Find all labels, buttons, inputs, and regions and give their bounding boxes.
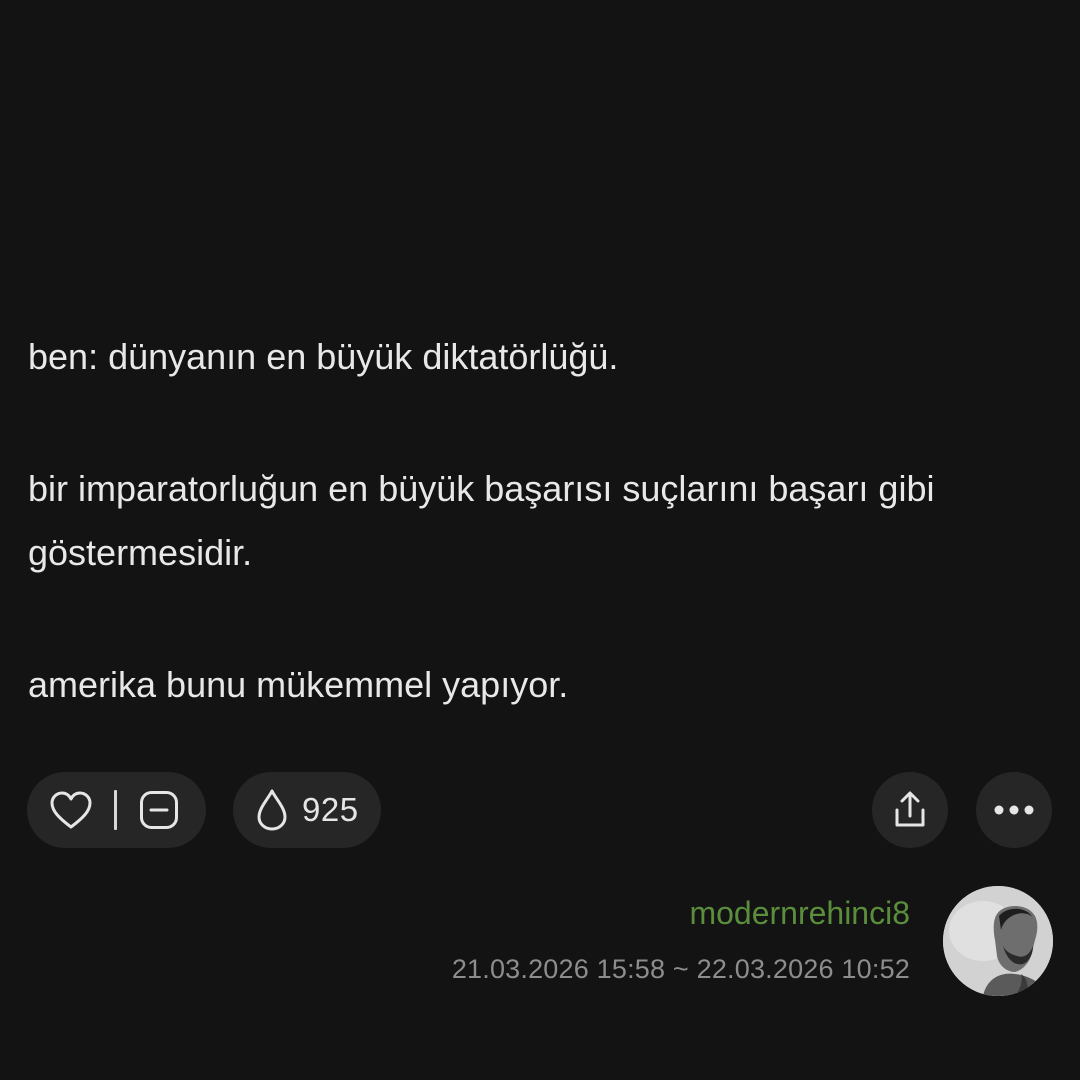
- vote-divider: [114, 790, 117, 830]
- entry-paragraph: amerika bunu mükemmel yapıyor.: [28, 664, 569, 705]
- heart-icon[interactable]: [49, 790, 93, 830]
- entry-paragraph: bir imparatorluğun en büyük başarısı suç…: [28, 468, 935, 573]
- author-name-link[interactable]: modernrehinci8: [689, 895, 910, 932]
- share-button[interactable]: [872, 772, 948, 848]
- avatar[interactable]: [943, 886, 1053, 996]
- favorite-button[interactable]: 925: [233, 772, 381, 848]
- more-options-button[interactable]: [976, 772, 1052, 848]
- entry-timestamp[interactable]: 21.03.2026 15:58 ~ 22.03.2026 10:52: [452, 954, 910, 985]
- more-dots-icon: [993, 804, 1035, 816]
- drop-icon: [256, 788, 288, 832]
- vote-controls: [27, 772, 206, 848]
- favorite-count: 925: [302, 791, 359, 828]
- share-icon: [892, 790, 928, 830]
- minus-square-icon[interactable]: [139, 790, 179, 830]
- entry-paragraph: ben: dünyanın en büyük diktatörlüğü.: [28, 336, 619, 377]
- entry-content: ben: dünyanın en büyük diktatörlüğü. bir…: [28, 325, 1028, 785]
